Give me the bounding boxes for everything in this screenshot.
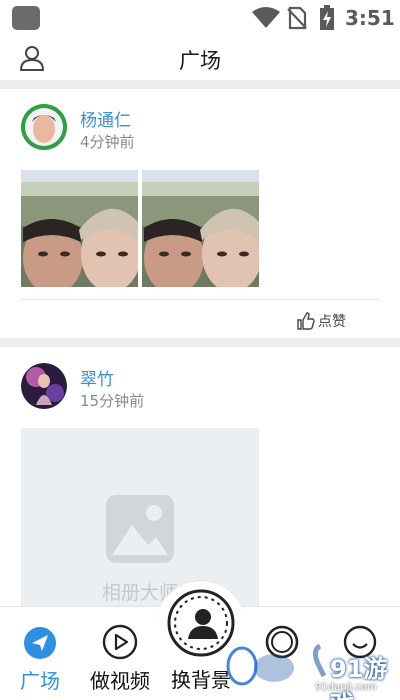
post-card: 杨通仁 4分钟前 点赞 <box>0 89 400 338</box>
like-button[interactable]: 点赞 <box>297 311 346 331</box>
nav-label: 做视频 <box>90 669 150 693</box>
section-divider <box>0 80 400 89</box>
image-placeholder-icon <box>106 495 174 563</box>
play-icon <box>102 624 138 660</box>
battery-charging-icon <box>320 5 334 30</box>
nav-item-plaza[interactable]: 广场 <box>0 607 80 700</box>
compass-icon <box>24 627 56 659</box>
section-divider <box>0 338 400 347</box>
app-notification-icon <box>12 6 40 30</box>
status-time: 3:51 <box>345 6 395 30</box>
post-photo[interactable] <box>142 170 259 287</box>
thumbs-up-icon <box>297 312 315 330</box>
avatar[interactable] <box>21 104 67 150</box>
nav-item-make-video[interactable]: 做视频 <box>80 607 160 700</box>
watermark-url: 91danji.com <box>315 682 377 693</box>
app-header: 广场 <box>0 36 400 80</box>
status-bar: 3:51 <box>0 0 400 36</box>
no-sim-icon <box>287 6 307 30</box>
like-label: 点赞 <box>318 314 346 330</box>
nav-label: 广场 <box>20 669 60 693</box>
post-time: 4分钟前 <box>80 133 135 151</box>
avatar[interactable] <box>21 363 67 409</box>
post-username[interactable]: 杨通仁 <box>80 106 131 131</box>
post-card: 翠竹 15分钟前 相册大师 <box>0 347 400 608</box>
image-placeholder[interactable]: 相册大师 <box>21 428 259 608</box>
post-photo[interactable] <box>21 170 138 287</box>
post-username[interactable]: 翠竹 <box>80 365 114 390</box>
wifi-icon <box>252 7 280 28</box>
page-title: 广场 <box>179 49 221 73</box>
post-divider <box>21 299 379 300</box>
post-time: 15分钟前 <box>80 392 145 410</box>
